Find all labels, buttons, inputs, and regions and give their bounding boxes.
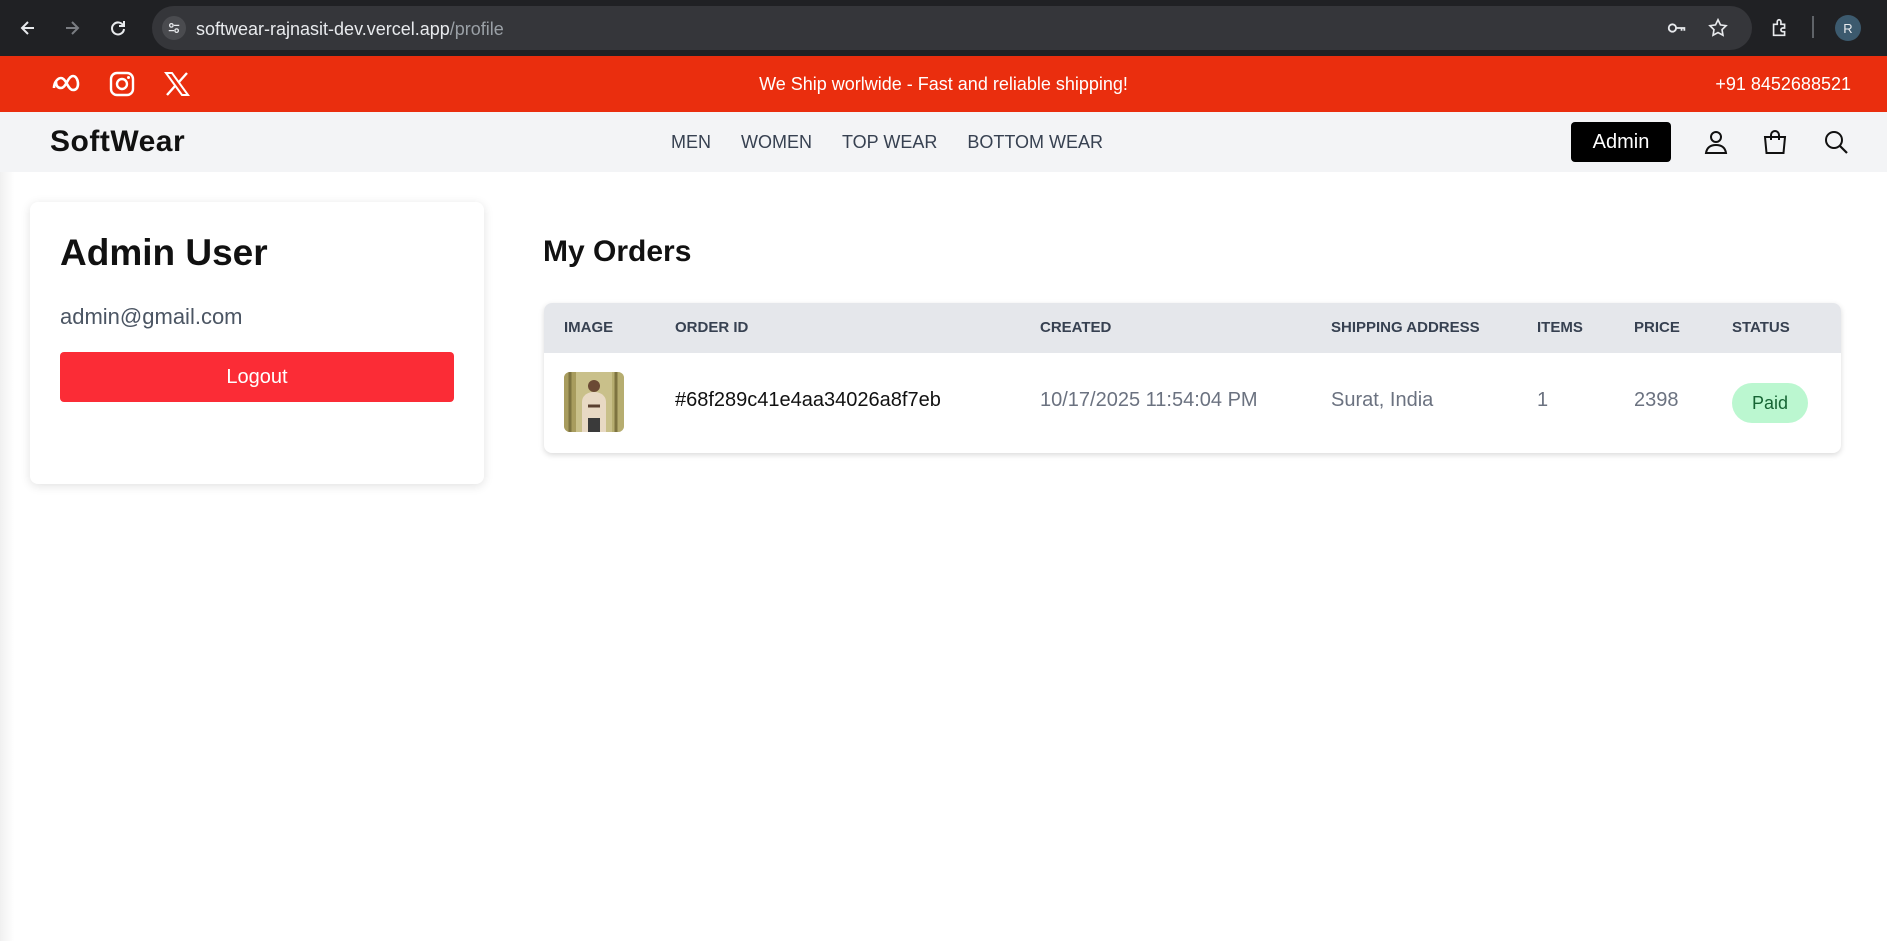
browser-toolbar: softwear-rajnasit-dev.vercel.app/profile… bbox=[0, 0, 1887, 56]
promo-bar: We Ship worlwide - Fast and reliable shi… bbox=[0, 56, 1887, 112]
arrow-left-icon bbox=[20, 21, 34, 35]
column-header-image: IMAGE bbox=[564, 319, 614, 336]
toolbar-divider bbox=[1812, 16, 1814, 38]
nav-bottom-wear[interactable]: BOTTOM WEAR bbox=[967, 132, 1103, 153]
shopping-bag-icon[interactable] bbox=[1759, 126, 1791, 158]
nav-men[interactable]: MEN bbox=[671, 132, 711, 153]
orders-title: My Orders bbox=[543, 235, 692, 268]
nav-top-wear[interactable]: TOP WEAR bbox=[842, 132, 937, 153]
order-product-image bbox=[564, 372, 624, 432]
reload-button[interactable] bbox=[104, 14, 132, 42]
column-header-order-id: ORDER ID bbox=[675, 319, 749, 336]
reload-icon bbox=[111, 21, 125, 36]
order-created: 10/17/2025 11:54:04 PM bbox=[1040, 389, 1258, 411]
order-price: 2398 bbox=[1634, 389, 1679, 411]
bookmark-star-icon[interactable] bbox=[1704, 14, 1732, 42]
column-header-price: PRICE bbox=[1634, 319, 1680, 336]
profile-avatar[interactable]: R bbox=[1835, 15, 1861, 41]
status-badge: Paid bbox=[1732, 383, 1808, 423]
promo-message: We Ship worlwide - Fast and reliable shi… bbox=[759, 74, 1128, 94]
orders-table-header: IMAGE ORDER ID CREATED SHIPPING ADDRESS … bbox=[544, 303, 1841, 353]
admin-button[interactable]: Admin bbox=[1571, 122, 1671, 162]
logout-button[interactable]: Logout bbox=[60, 352, 454, 402]
url-text: softwear-rajnasit-dev.vercel.app/profile bbox=[196, 19, 504, 40]
site-logo[interactable]: SoftWear bbox=[50, 125, 185, 159]
promo-phone[interactable]: +91 8452688521 bbox=[1715, 74, 1851, 95]
back-button[interactable] bbox=[14, 14, 42, 42]
url-path: /profile bbox=[449, 19, 504, 39]
nav-women[interactable]: WOMEN bbox=[741, 132, 812, 153]
orders-table: IMAGE ORDER ID CREATED SHIPPING ADDRESS … bbox=[544, 303, 1841, 453]
profile-name: Admin User bbox=[60, 232, 268, 273]
forward-button[interactable] bbox=[58, 14, 86, 42]
user-icon[interactable] bbox=[1700, 126, 1732, 158]
site-settings-icon[interactable] bbox=[162, 16, 186, 40]
profile-card: Admin User admin@gmail.com Logout bbox=[30, 202, 484, 484]
password-key-icon[interactable] bbox=[1663, 14, 1691, 42]
arrow-right-icon bbox=[66, 21, 80, 35]
column-header-items: ITEMS bbox=[1537, 319, 1583, 336]
order-items: 1 bbox=[1537, 389, 1549, 411]
main-nav: MEN WOMEN TOP WEAR BOTTOM WEAR bbox=[671, 132, 1103, 153]
column-header-status: STATUS bbox=[1732, 319, 1790, 336]
page-edge-shadow bbox=[0, 172, 14, 941]
column-header-created: CREATED bbox=[1040, 319, 1112, 336]
order-shipping-address: Surat, India bbox=[1331, 389, 1434, 411]
address-bar[interactable]: softwear-rajnasit-dev.vercel.app/profile bbox=[152, 6, 1752, 50]
column-header-shipping-address: SHIPPING ADDRESS bbox=[1331, 319, 1480, 336]
url-host: softwear-rajnasit-dev.vercel.app bbox=[196, 19, 450, 39]
search-icon[interactable] bbox=[1820, 126, 1852, 158]
extensions-icon[interactable] bbox=[1766, 14, 1794, 42]
site-header: SoftWear MEN WOMEN TOP WEAR BOTTOM WEAR … bbox=[0, 112, 1887, 172]
profile-email: admin@gmail.com bbox=[60, 304, 243, 329]
order-id: #68f289c41e4aa34026a8f7eb bbox=[675, 389, 941, 411]
